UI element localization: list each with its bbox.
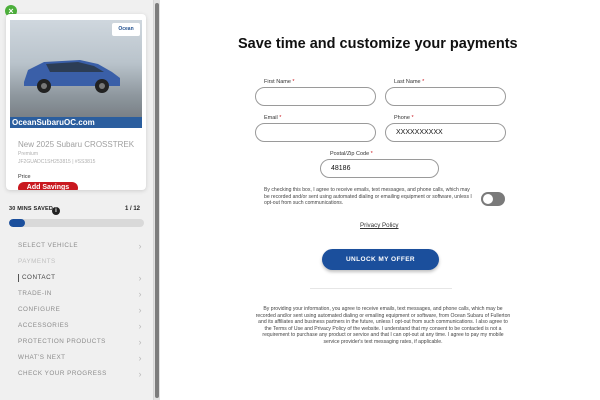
sidebar-scrollbar-thumb[interactable] — [155, 3, 159, 398]
step-item[interactable]: WHAT'S NEXT › — [0, 350, 150, 366]
step-item[interactable]: ACCESSORIES › — [0, 318, 150, 334]
step-label: ACCESSORIES — [18, 322, 69, 329]
page-title: Save time and customize your payments — [238, 36, 518, 52]
privacy-policy-link[interactable]: Privacy Policy — [360, 222, 399, 229]
steps-count: 1 / 12 — [125, 206, 141, 212]
step-item[interactable]: TRADE-IN › — [0, 286, 150, 302]
price-label: Price — [18, 174, 31, 180]
vehicle-vin: JF2GUADC1SH253815 | #SS3815 — [18, 159, 96, 165]
dealer-url-banner: OceanSubaruOC.com — [10, 117, 142, 128]
email-field[interactable] — [255, 123, 376, 142]
postal-code-label-text: Postal/Zip Code — [330, 151, 370, 157]
step-item[interactable]: PROTECTION PRODUCTS › — [0, 334, 150, 350]
first-name-label: First Name * — [264, 79, 295, 85]
car-image — [24, 60, 120, 93]
required-marker: * — [292, 79, 295, 85]
last-name-label-text: Last Name — [394, 79, 421, 85]
chevron-right-icon: › — [138, 321, 142, 331]
step-label: CHECK YOUR PROGRESS — [18, 370, 107, 377]
step-label: PAYMENTS — [18, 258, 56, 265]
last-name-label: Last Name * — [394, 79, 424, 85]
step-item[interactable]: CONTACT › — [0, 270, 150, 286]
phone-label-text: Phone — [394, 115, 410, 121]
required-marker: * — [411, 115, 414, 121]
email-label-text: Email — [264, 115, 278, 121]
step-list: SELECT VEHICLE › PAYMENTS CONTACT › TRADE-IN ›… — [0, 238, 150, 382]
mins-saved-label: 30 MINS SAVED — [9, 206, 54, 212]
step-label: WHAT'S NEXT — [18, 354, 66, 361]
sidebar: × Ocean OceanSubaruOC.com New 2025 Subar… — [0, 0, 160, 400]
dealer-logo: Ocean — [112, 23, 140, 36]
progress-bar — [9, 219, 144, 227]
chevron-right-icon: › — [138, 369, 142, 379]
consent-text: By checking this box, I agree to receive… — [264, 187, 472, 206]
email-label: Email * — [264, 115, 281, 121]
vehicle-title: New 2025 Subaru CROSSTREK — [18, 140, 135, 149]
divider — [310, 288, 452, 289]
step-label: CONFIGURE — [18, 306, 61, 313]
unlock-offer-button[interactable]: UNLOCK MY OFFER — [322, 249, 439, 270]
step-label: PROTECTION PRODUCTS — [18, 338, 106, 345]
info-icon[interactable]: i — [52, 207, 60, 215]
phone-label: Phone * — [394, 115, 414, 121]
step-label: SELECT VEHICLE — [18, 242, 79, 249]
first-name-field[interactable] — [255, 87, 376, 106]
chevron-right-icon: › — [138, 353, 142, 363]
consent-toggle[interactable] — [481, 192, 505, 206]
postal-code-label: Postal/Zip Code * — [330, 151, 373, 157]
vehicle-trim: Premium — [18, 151, 39, 157]
chevron-right-icon: › — [138, 289, 142, 299]
last-name-field[interactable] — [385, 87, 506, 106]
step-item[interactable]: CONFIGURE › — [0, 302, 150, 318]
step-item[interactable]: SELECT VEHICLE › — [0, 238, 150, 254]
vehicle-card[interactable]: Ocean OceanSubaruOC.com New 2025 Subaru … — [6, 14, 146, 190]
chevron-right-icon: › — [138, 337, 142, 347]
vehicle-photo: Ocean OceanSubaruOC.com — [10, 20, 142, 128]
required-marker: * — [370, 151, 373, 157]
toggle-knob — [483, 194, 493, 204]
required-marker: * — [422, 79, 425, 85]
add-savings-button[interactable]: Add Savings — [18, 182, 78, 190]
step-label: TRADE-IN — [18, 290, 52, 297]
phone-field[interactable] — [385, 123, 506, 142]
first-name-label-text: First Name — [264, 79, 291, 85]
legal-disclaimer: By providing your information, you agree… — [255, 306, 511, 345]
step-label: CONTACT — [22, 274, 56, 281]
step-item[interactable]: CHECK YOUR PROGRESS › — [0, 366, 150, 382]
main-panel: Save time and customize your payments Fi… — [160, 0, 600, 400]
required-marker: * — [279, 115, 282, 121]
progress-bar-fill — [9, 219, 26, 227]
chevron-right-icon: › — [138, 273, 142, 283]
chevron-right-icon: › — [138, 241, 142, 251]
postal-code-field[interactable] — [320, 159, 439, 178]
step-item[interactable]: PAYMENTS — [0, 254, 150, 270]
chevron-right-icon: › — [138, 305, 142, 315]
